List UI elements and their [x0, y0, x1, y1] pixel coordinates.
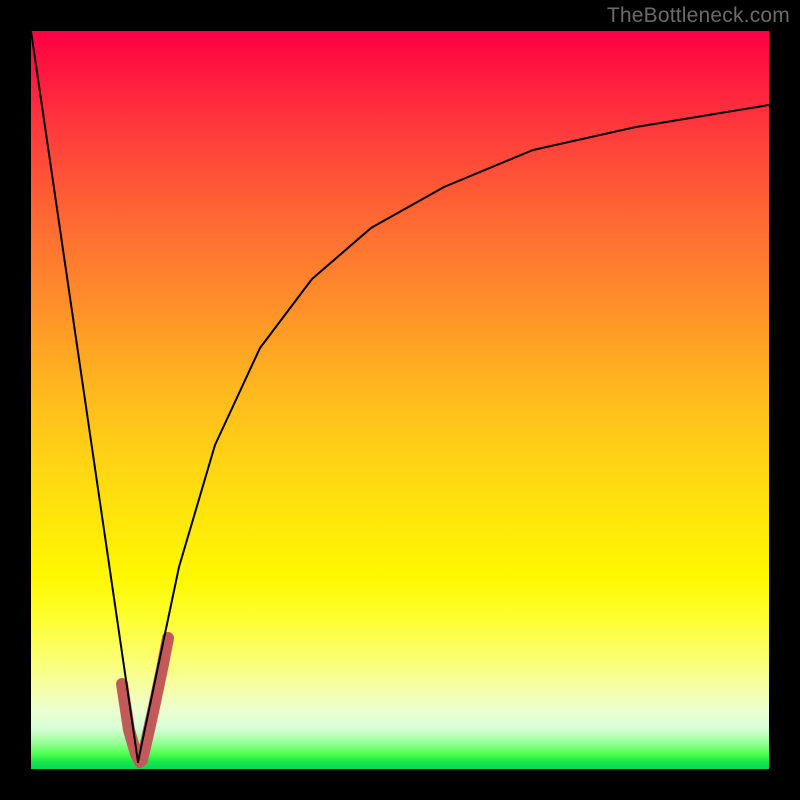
curve-layer	[31, 31, 769, 769]
curve-left-branch	[31, 31, 138, 762]
chart-frame: TheBottleneck.com	[0, 0, 800, 800]
curve-right-branch	[138, 105, 769, 762]
plot-area	[31, 31, 769, 769]
watermark-text: TheBottleneck.com	[607, 4, 790, 28]
